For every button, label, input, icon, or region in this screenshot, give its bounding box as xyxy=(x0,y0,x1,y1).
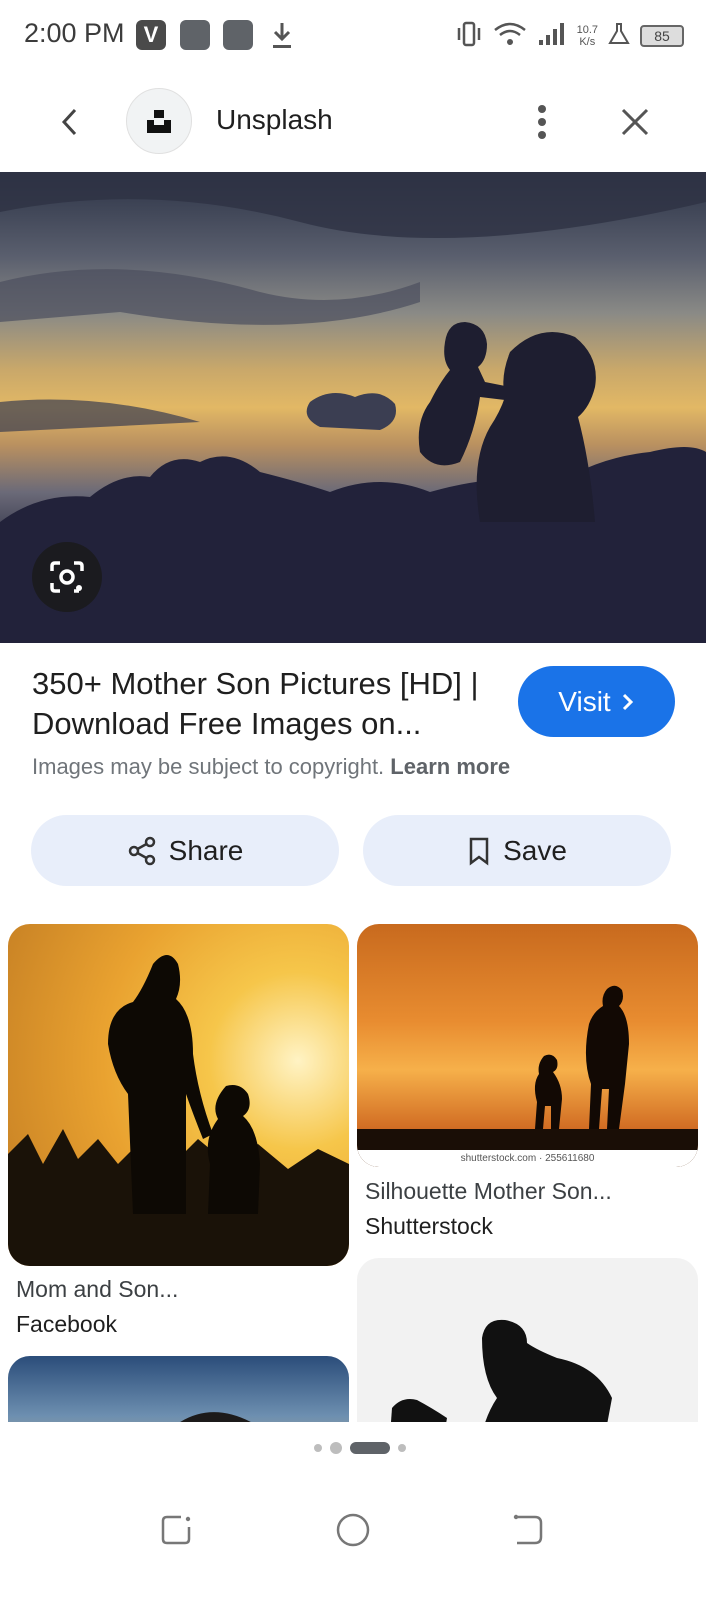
signal-icon xyxy=(537,21,567,52)
unsplash-logo-icon xyxy=(147,110,171,133)
back-button[interactable] xyxy=(46,98,94,146)
image-watermark: shutterstock.com · 255611680 xyxy=(357,1150,698,1167)
bookmark-icon xyxy=(469,837,489,865)
status-indicators: 10.7 K/s 85 xyxy=(455,18,684,54)
more-vert-icon xyxy=(538,105,546,139)
vibrate-icon xyxy=(455,21,483,52)
net-speed-value: 10.7 xyxy=(576,24,598,36)
app-notification-icon xyxy=(223,20,253,50)
related-source-1: Facebook xyxy=(16,1311,118,1337)
net-speed-unit: K/s xyxy=(579,36,596,48)
chevron-right-icon xyxy=(622,693,633,710)
share-icon xyxy=(128,836,155,865)
share-button[interactable]: Share xyxy=(31,815,339,886)
status-time: 2:00 PM xyxy=(24,18,125,48)
page-indicator xyxy=(0,1440,720,1456)
silhouette-partial xyxy=(180,1412,251,1422)
system-nav-bar xyxy=(0,1480,720,1600)
visit-label: Visit xyxy=(558,685,611,717)
page-dot xyxy=(314,1444,322,1452)
related-image-3[interactable] xyxy=(8,1356,349,1422)
more-options-button[interactable] xyxy=(520,98,564,146)
wifi-icon xyxy=(493,21,527,52)
hero-image[interactable] xyxy=(0,172,706,643)
status-bar: 2:00 PM V 10.7 K/s 85 xyxy=(0,0,720,72)
close-icon xyxy=(621,108,649,136)
page-dot-active xyxy=(350,1442,390,1454)
back-nav-icon xyxy=(513,1514,543,1545)
share-label: Share xyxy=(168,834,244,866)
vimeo-app-icon: V xyxy=(136,20,166,50)
result-title[interactable]: 350+ Mother Son Pictures [HD] | Download… xyxy=(32,664,502,744)
related-images-grid: Mom and Son... Facebook shutterstock.com… xyxy=(0,924,720,1422)
recents-button[interactable] xyxy=(146,1500,206,1560)
save-label: Save xyxy=(503,834,567,866)
lens-icon xyxy=(50,561,84,593)
close-button[interactable] xyxy=(610,98,660,146)
google-lens-button[interactable] xyxy=(32,542,102,612)
back-nav-button[interactable] xyxy=(498,1500,558,1560)
header-bar: Unsplash xyxy=(0,84,720,160)
site-name: Unsplash xyxy=(216,104,333,135)
copyright-notice: Images may be subject to copyright. Lear… xyxy=(32,754,510,780)
download-icon xyxy=(270,20,294,55)
related-title-2[interactable]: Silhouette Mother Son... xyxy=(365,1178,612,1205)
site-logo[interactable] xyxy=(126,88,192,154)
related-source-2: Shutterstock xyxy=(365,1213,493,1239)
net-speed: 10.7 K/s xyxy=(577,24,598,48)
save-button[interactable]: Save xyxy=(363,815,671,886)
learn-more-link[interactable]: Learn more xyxy=(390,754,510,779)
visit-button[interactable]: Visit xyxy=(518,666,675,737)
hero-silhouette xyxy=(0,172,706,643)
mother-child-silhouette xyxy=(8,955,349,1266)
page-dot xyxy=(330,1442,342,1454)
related-image-1[interactable] xyxy=(8,924,349,1266)
flask-icon xyxy=(608,22,630,51)
silhouette-partial xyxy=(391,1319,612,1422)
related-title-1[interactable]: Mom and Son... xyxy=(16,1276,178,1303)
battery-indicator: 85 xyxy=(640,25,684,47)
page-dot xyxy=(398,1444,406,1452)
copyright-text: Images may be subject to copyright. xyxy=(32,754,385,779)
home-button[interactable] xyxy=(323,1500,383,1560)
related-image-4[interactable] xyxy=(357,1258,698,1422)
mother-child-silhouette xyxy=(357,985,698,1167)
related-image-2[interactable]: shutterstock.com · 255611680 xyxy=(357,924,698,1167)
recents-icon xyxy=(161,1515,191,1545)
back-arrow-icon xyxy=(61,108,77,136)
app-notification-icon xyxy=(180,20,210,50)
home-circle-icon xyxy=(336,1513,370,1547)
